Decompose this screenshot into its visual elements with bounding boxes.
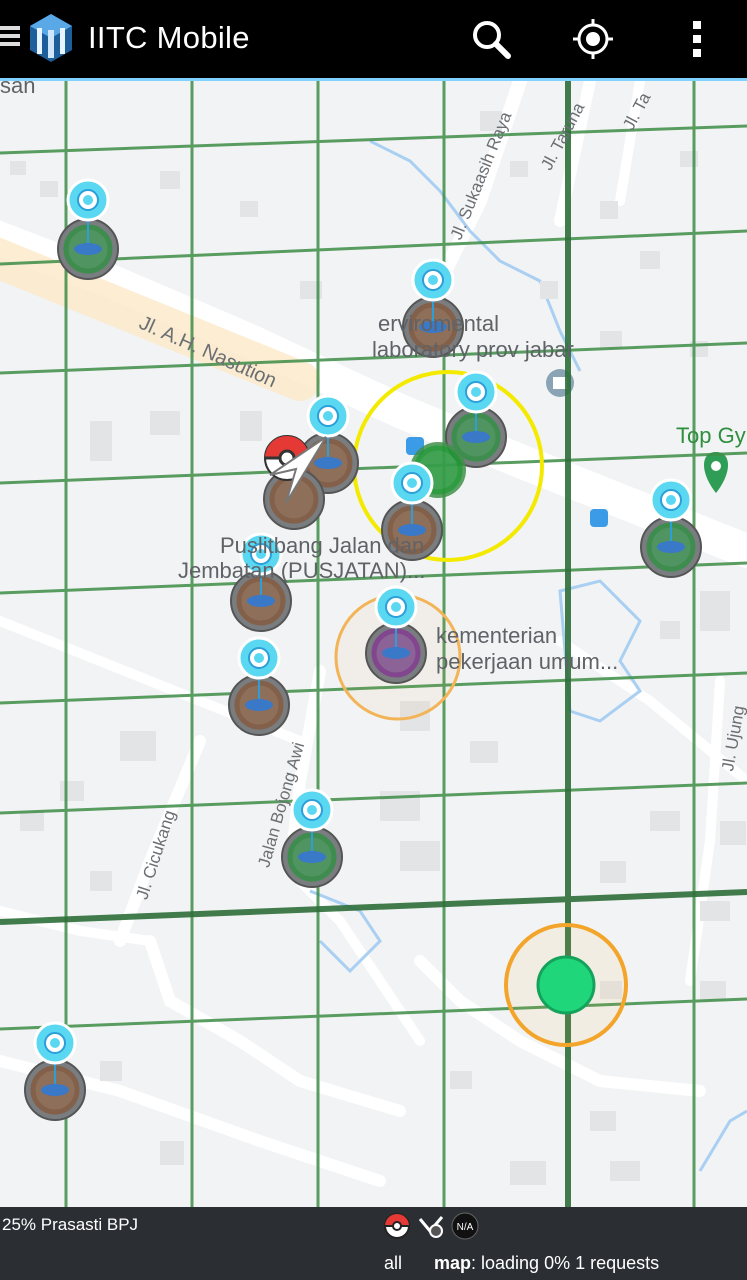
place-label-pusjatan: Puslitbang Jalan dan [220,533,425,558]
portal-status-text[interactable]: 25% Prasasti BPJ [2,1215,138,1235]
my-location-icon[interactable] [570,16,616,62]
place-label-san: san [0,81,36,98]
player-dot [536,955,596,1015]
map-canvas[interactable] [0,81,747,1207]
iitc-logo-icon [30,14,72,62]
place-label-enviro: erviromental [378,311,500,336]
place-label-topgym: Top Gy [676,423,746,448]
map-loading-text: : loading 0% 1 requests [471,1253,660,1273]
place-label-enviro-line2: laboratory prov jabar [372,337,574,362]
map-status-label: map [434,1253,472,1273]
svg-text:N/A: N/A [457,1222,474,1233]
status-bar: 25% Prasasti BPJ N/A all map: loading 0%… [0,1207,747,1280]
hamburger-menu-icon[interactable] [0,22,20,54]
pokeball-icon[interactable] [382,1211,412,1241]
place-label-pusjatan-line2: Jembatan (PUSJATAN)... [178,558,426,583]
na-badge-icon[interactable]: N/A [450,1211,480,1241]
map-loading-status: map: loading 0% 1 requests [434,1253,659,1274]
layer-icon-row: N/A [382,1211,480,1243]
place-label-kementerian-line2: pekerjaan umum... [436,649,619,674]
app-toolbar: IITC Mobile [0,0,747,81]
app-title: IITC Mobile [88,20,250,55]
layer-filter-all[interactable]: all [384,1253,402,1274]
place-label-kementerian: kementerian [436,623,558,648]
map-view[interactable]: erviromental laboratory prov jabar Pusli… [0,81,747,1207]
check-badge-icon[interactable] [416,1211,446,1241]
more-vert-icon[interactable] [674,16,720,62]
search-icon[interactable] [468,16,514,62]
